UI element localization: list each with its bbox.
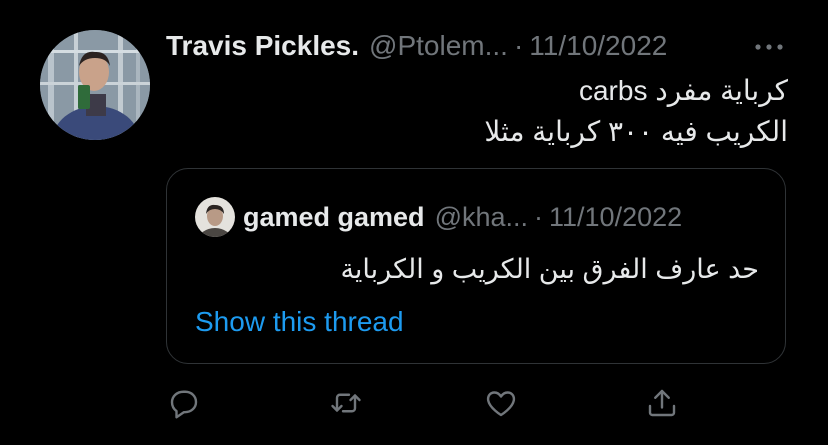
- quote-date[interactable]: 11/10/2022: [549, 202, 682, 233]
- tweet-text-line: الكريب فيه ٣٠٠ كرباية مثلا: [484, 116, 788, 147]
- like-icon[interactable]: [483, 385, 519, 421]
- quote-text: حد عارف الفرق بين الكريب و الكرباية: [340, 254, 759, 284]
- quoted-tweet[interactable]: gamed gamed @kha... · 11/10/2022 حد عارف…: [166, 168, 786, 364]
- quote-display-name[interactable]: gamed gamed: [243, 202, 425, 233]
- tweet-text: كرباية مفرد carbs الكريب فيه ٣٠٠ كرباية …: [188, 70, 788, 152]
- retweet-icon[interactable]: [328, 385, 364, 421]
- reply-icon[interactable]: [166, 385, 202, 421]
- tweet[interactable]: Travis Pickles. @Ptolem... · 11/10/2022 …: [0, 0, 828, 445]
- quote-handle[interactable]: @kha...: [435, 202, 528, 233]
- action-bar: [166, 385, 686, 425]
- handle[interactable]: @Ptolem...: [369, 30, 508, 62]
- quote-avatar[interactable]: [195, 197, 235, 237]
- separator-dot: ·: [513, 30, 524, 61]
- quote-header: gamed gamed @kha... · 11/10/2022: [243, 197, 682, 237]
- separator-dot: ·: [534, 201, 544, 232]
- show-thread-link[interactable]: Show this thread: [195, 303, 404, 341]
- more-horizontal-icon[interactable]: [752, 40, 786, 52]
- display-name[interactable]: Travis Pickles.: [166, 30, 359, 62]
- tweet-header: Travis Pickles. @Ptolem... · 11/10/2022: [166, 26, 806, 66]
- tweet-text-line: كرباية مفرد carbs: [578, 75, 788, 106]
- share-icon[interactable]: [644, 385, 680, 421]
- tweet-date[interactable]: 11/10/2022: [529, 30, 667, 62]
- avatar[interactable]: [40, 30, 150, 140]
